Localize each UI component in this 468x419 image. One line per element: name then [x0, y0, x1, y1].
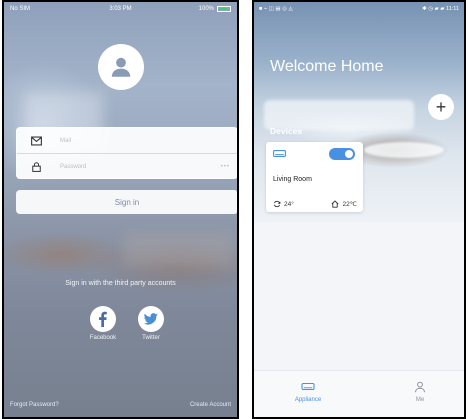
- set-temperature: 24°: [273, 200, 294, 208]
- indoor-temperature-value: 22℃: [342, 201, 357, 208]
- bottom-tab-bar: Appliance Me: [254, 370, 464, 417]
- tab-appliance-label: Appliance: [294, 397, 322, 403]
- status-bar: ■ ⌁ ◫ ▤ ◎ ◬ ✱ ◷ ▰ ▰ 11:11: [254, 2, 464, 16]
- tab-me-label: Me: [415, 397, 425, 403]
- password-visibility-toggle[interactable]: •••: [221, 164, 230, 170]
- devices-title: Devices: [270, 126, 303, 136]
- tab-appliance[interactable]: Appliance: [278, 381, 338, 403]
- set-temperature-value: 24°: [284, 200, 294, 208]
- background-table: [364, 142, 444, 158]
- person-icon: [415, 381, 425, 393]
- facebook-label: Facebook: [89, 335, 117, 341]
- mail-placeholder: Mail: [60, 137, 72, 144]
- create-account-link[interactable]: Create Account: [190, 402, 231, 414]
- password-field[interactable]: Password •••: [17, 154, 237, 180]
- status-icons-right: ✱ ◷ ▰ ▰ 11:11: [422, 6, 459, 12]
- ac-unit-icon: [273, 150, 286, 157]
- welcome-title: Welcome Home: [270, 58, 384, 75]
- facebook-login[interactable]: Facebook: [83, 306, 123, 341]
- power-toggle[interactable]: [329, 148, 355, 160]
- indoor-temperature: 22℃: [331, 200, 357, 208]
- lock-icon: [32, 162, 41, 172]
- mail-field[interactable]: Mail: [17, 128, 237, 154]
- status-bar: No SIM 3:03 PM 100%: [4, 2, 237, 16]
- mail-icon: [31, 136, 42, 145]
- plus-icon: +: [435, 97, 447, 117]
- twitter-icon[interactable]: [138, 306, 164, 332]
- device-card[interactable]: Living Room 24° 22℃: [266, 142, 363, 212]
- clock-text: 3:03 PM: [109, 6, 132, 12]
- sign-in-button[interactable]: Sign in: [16, 190, 237, 214]
- tab-me[interactable]: Me: [390, 381, 450, 403]
- ac-unit-icon: [301, 382, 315, 391]
- facebook-icon[interactable]: [90, 306, 116, 332]
- forgot-password-link[interactable]: Forgot Password?: [10, 402, 59, 414]
- battery-icon: [217, 6, 231, 12]
- add-device-button[interactable]: +: [428, 94, 454, 120]
- person-icon: [111, 57, 131, 77]
- status-icons-left: ■ ⌁ ◫ ▤ ◎ ◬: [259, 6, 293, 12]
- password-placeholder: Password: [60, 164, 87, 170]
- mode-cycle-icon: [273, 200, 281, 208]
- device-temperatures: 24° 22℃: [273, 200, 357, 208]
- twitter-label: Twitter: [142, 335, 160, 341]
- third-party-text: Sign in with the third party accounts: [65, 280, 176, 287]
- login-form: Mail Password •••: [16, 127, 237, 180]
- user-avatar: [98, 44, 144, 90]
- twitter-login[interactable]: Twitter: [131, 306, 171, 341]
- home-screen: ■ ⌁ ◫ ▤ ◎ ◬ ✱ ◷ ▰ ▰ 11:11 Welcome Home +…: [252, 0, 466, 419]
- login-footer: Forgot Password? Create Account: [4, 402, 237, 414]
- background-sofa-blur: [124, 232, 234, 267]
- home-temperature-icon: [331, 200, 339, 208]
- room-name: Living Room: [273, 176, 312, 183]
- login-screen: No SIM 3:03 PM 100% Mail Password ••• Si…: [2, 0, 239, 419]
